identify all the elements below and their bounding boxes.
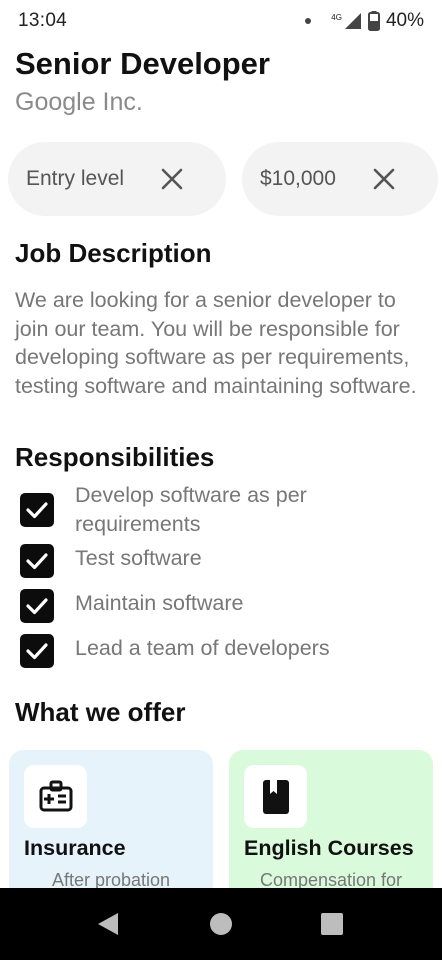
recents-button[interactable] [318, 910, 346, 938]
responsibility-label: Lead a team of developers [75, 636, 330, 660]
checkbox[interactable] [20, 544, 54, 578]
battery-icon [367, 11, 380, 31]
offer-card-insurance[interactable]: Insurance After probation [9, 750, 213, 888]
offer-heading: What we offer [15, 697, 186, 727]
checkmark-icon [26, 553, 48, 570]
checkmark-icon [26, 643, 48, 660]
checkbox[interactable] [20, 589, 54, 623]
responsibility-label: Maintain software [75, 591, 244, 615]
close-icon[interactable] [158, 165, 186, 193]
card-icon-container [24, 765, 87, 828]
responsibilities-heading: Responsibilities [15, 442, 215, 472]
close-icon[interactable] [370, 165, 398, 193]
salary-chip-label: $10,000 [260, 167, 336, 190]
responsibility-item[interactable]: Develop software as per requirements [20, 483, 375, 539]
responsibility-item[interactable]: Maintain software [20, 589, 375, 623]
responsibility-label: Develop software as per requirements [75, 483, 307, 536]
checkmark-icon [26, 598, 48, 615]
medical-id-icon [39, 780, 72, 811]
recents-square-icon [321, 913, 343, 935]
back-button[interactable] [94, 910, 122, 938]
back-triangle-icon [98, 913, 118, 935]
signal-icon [344, 13, 361, 29]
card-subtitle: After probation [51, 870, 171, 888]
salary-chip[interactable]: $10,000 [242, 142, 438, 216]
checkbox[interactable] [20, 493, 54, 527]
card-title: English Courses [244, 836, 414, 860]
checkmark-icon [26, 502, 48, 519]
responsibility-label: Test software [75, 546, 202, 570]
status-icons: 4G 40% [305, 10, 424, 32]
checkbox[interactable] [20, 634, 54, 668]
book-icon [262, 779, 289, 814]
battery-percent: 40% [385, 10, 424, 31]
card-icon-container [244, 765, 307, 828]
card-subtitle: Compensation for [259, 870, 403, 888]
home-button[interactable] [207, 910, 235, 938]
notification-dot-icon [305, 18, 312, 24]
job-detail-content[interactable]: Senior Developer Google Inc. Entry level… [0, 42, 442, 888]
level-chip[interactable]: Entry level [8, 142, 226, 216]
company-name: Google Inc. [15, 88, 143, 116]
navigation-bar [0, 888, 442, 960]
offer-card-english[interactable]: English Courses Compensation for [229, 750, 433, 888]
job-title: Senior Developer [15, 46, 270, 81]
card-title: Insurance [24, 836, 126, 860]
responsibility-item[interactable]: Lead a team of developers [20, 634, 395, 668]
description-heading: Job Description [15, 238, 212, 268]
network-label: 4G [331, 13, 342, 22]
status-bar: 13:04 4G 40% [0, 0, 442, 42]
responsibility-item[interactable]: Test software [20, 544, 375, 578]
home-circle-icon [210, 913, 232, 935]
level-chip-label: Entry level [26, 167, 125, 190]
status-time: 13:04 [18, 10, 68, 31]
description-text: We are looking for a senior developer to… [15, 288, 417, 398]
